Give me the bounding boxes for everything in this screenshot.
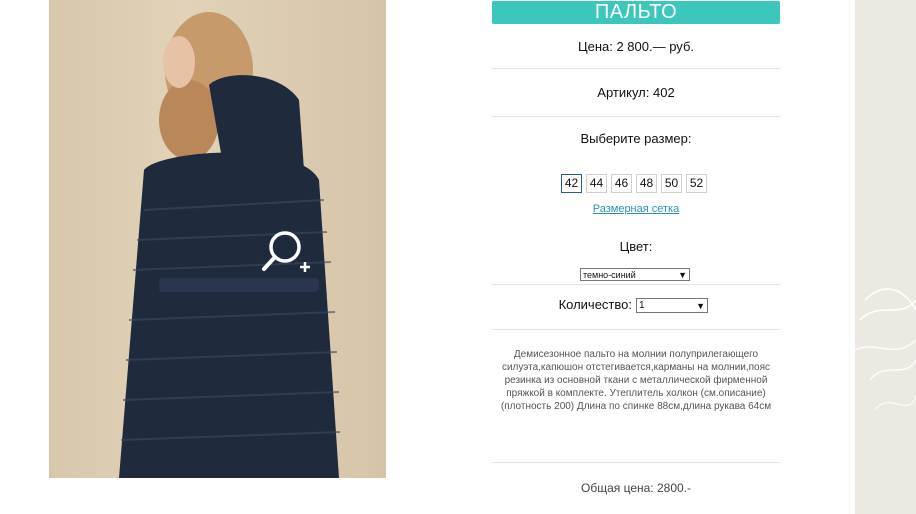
color-select-value: темно-синий	[583, 270, 636, 280]
size-option-48[interactable]: 48	[636, 174, 657, 193]
quantity-select-value: 1	[639, 300, 645, 311]
divider	[492, 329, 780, 330]
color-select[interactable]: темно-синий ▼	[580, 268, 690, 281]
size-option-44[interactable]: 44	[586, 174, 607, 193]
chevron-down-icon: ▼	[696, 301, 705, 311]
product-image[interactable]	[49, 0, 386, 478]
divider	[492, 68, 780, 69]
product-title: ПАЛЬТО	[492, 1, 780, 24]
size-option-52[interactable]: 52	[686, 174, 707, 193]
size-prompt: Выберите размер:	[580, 131, 692, 146]
total-price: Общая цена: 2800.-	[581, 481, 691, 495]
zoom-in-icon[interactable]	[261, 229, 313, 277]
price-text: Цена: 2 800.— руб.	[577, 39, 695, 54]
color-label: Цвет:	[619, 239, 653, 254]
chevron-down-icon: ▼	[678, 270, 687, 280]
size-option-50[interactable]: 50	[661, 174, 682, 193]
divider	[492, 284, 780, 285]
size-chart-link[interactable]: Размерная сетка	[492, 203, 780, 215]
quantity-select[interactable]: 1 ▼	[636, 298, 708, 313]
size-selector: 42 44 46 48 50 52	[561, 174, 707, 193]
product-description: Демисезонное пальто на молнии полуприлег…	[500, 349, 772, 412]
size-option-46[interactable]: 46	[611, 174, 632, 193]
divider	[492, 116, 780, 117]
quantity-label: Количество:	[558, 297, 632, 312]
size-option-42[interactable]: 42	[561, 174, 582, 193]
decorative-floral-background	[855, 0, 916, 514]
article-text: Артикул: 402	[597, 85, 675, 100]
divider	[492, 462, 780, 463]
